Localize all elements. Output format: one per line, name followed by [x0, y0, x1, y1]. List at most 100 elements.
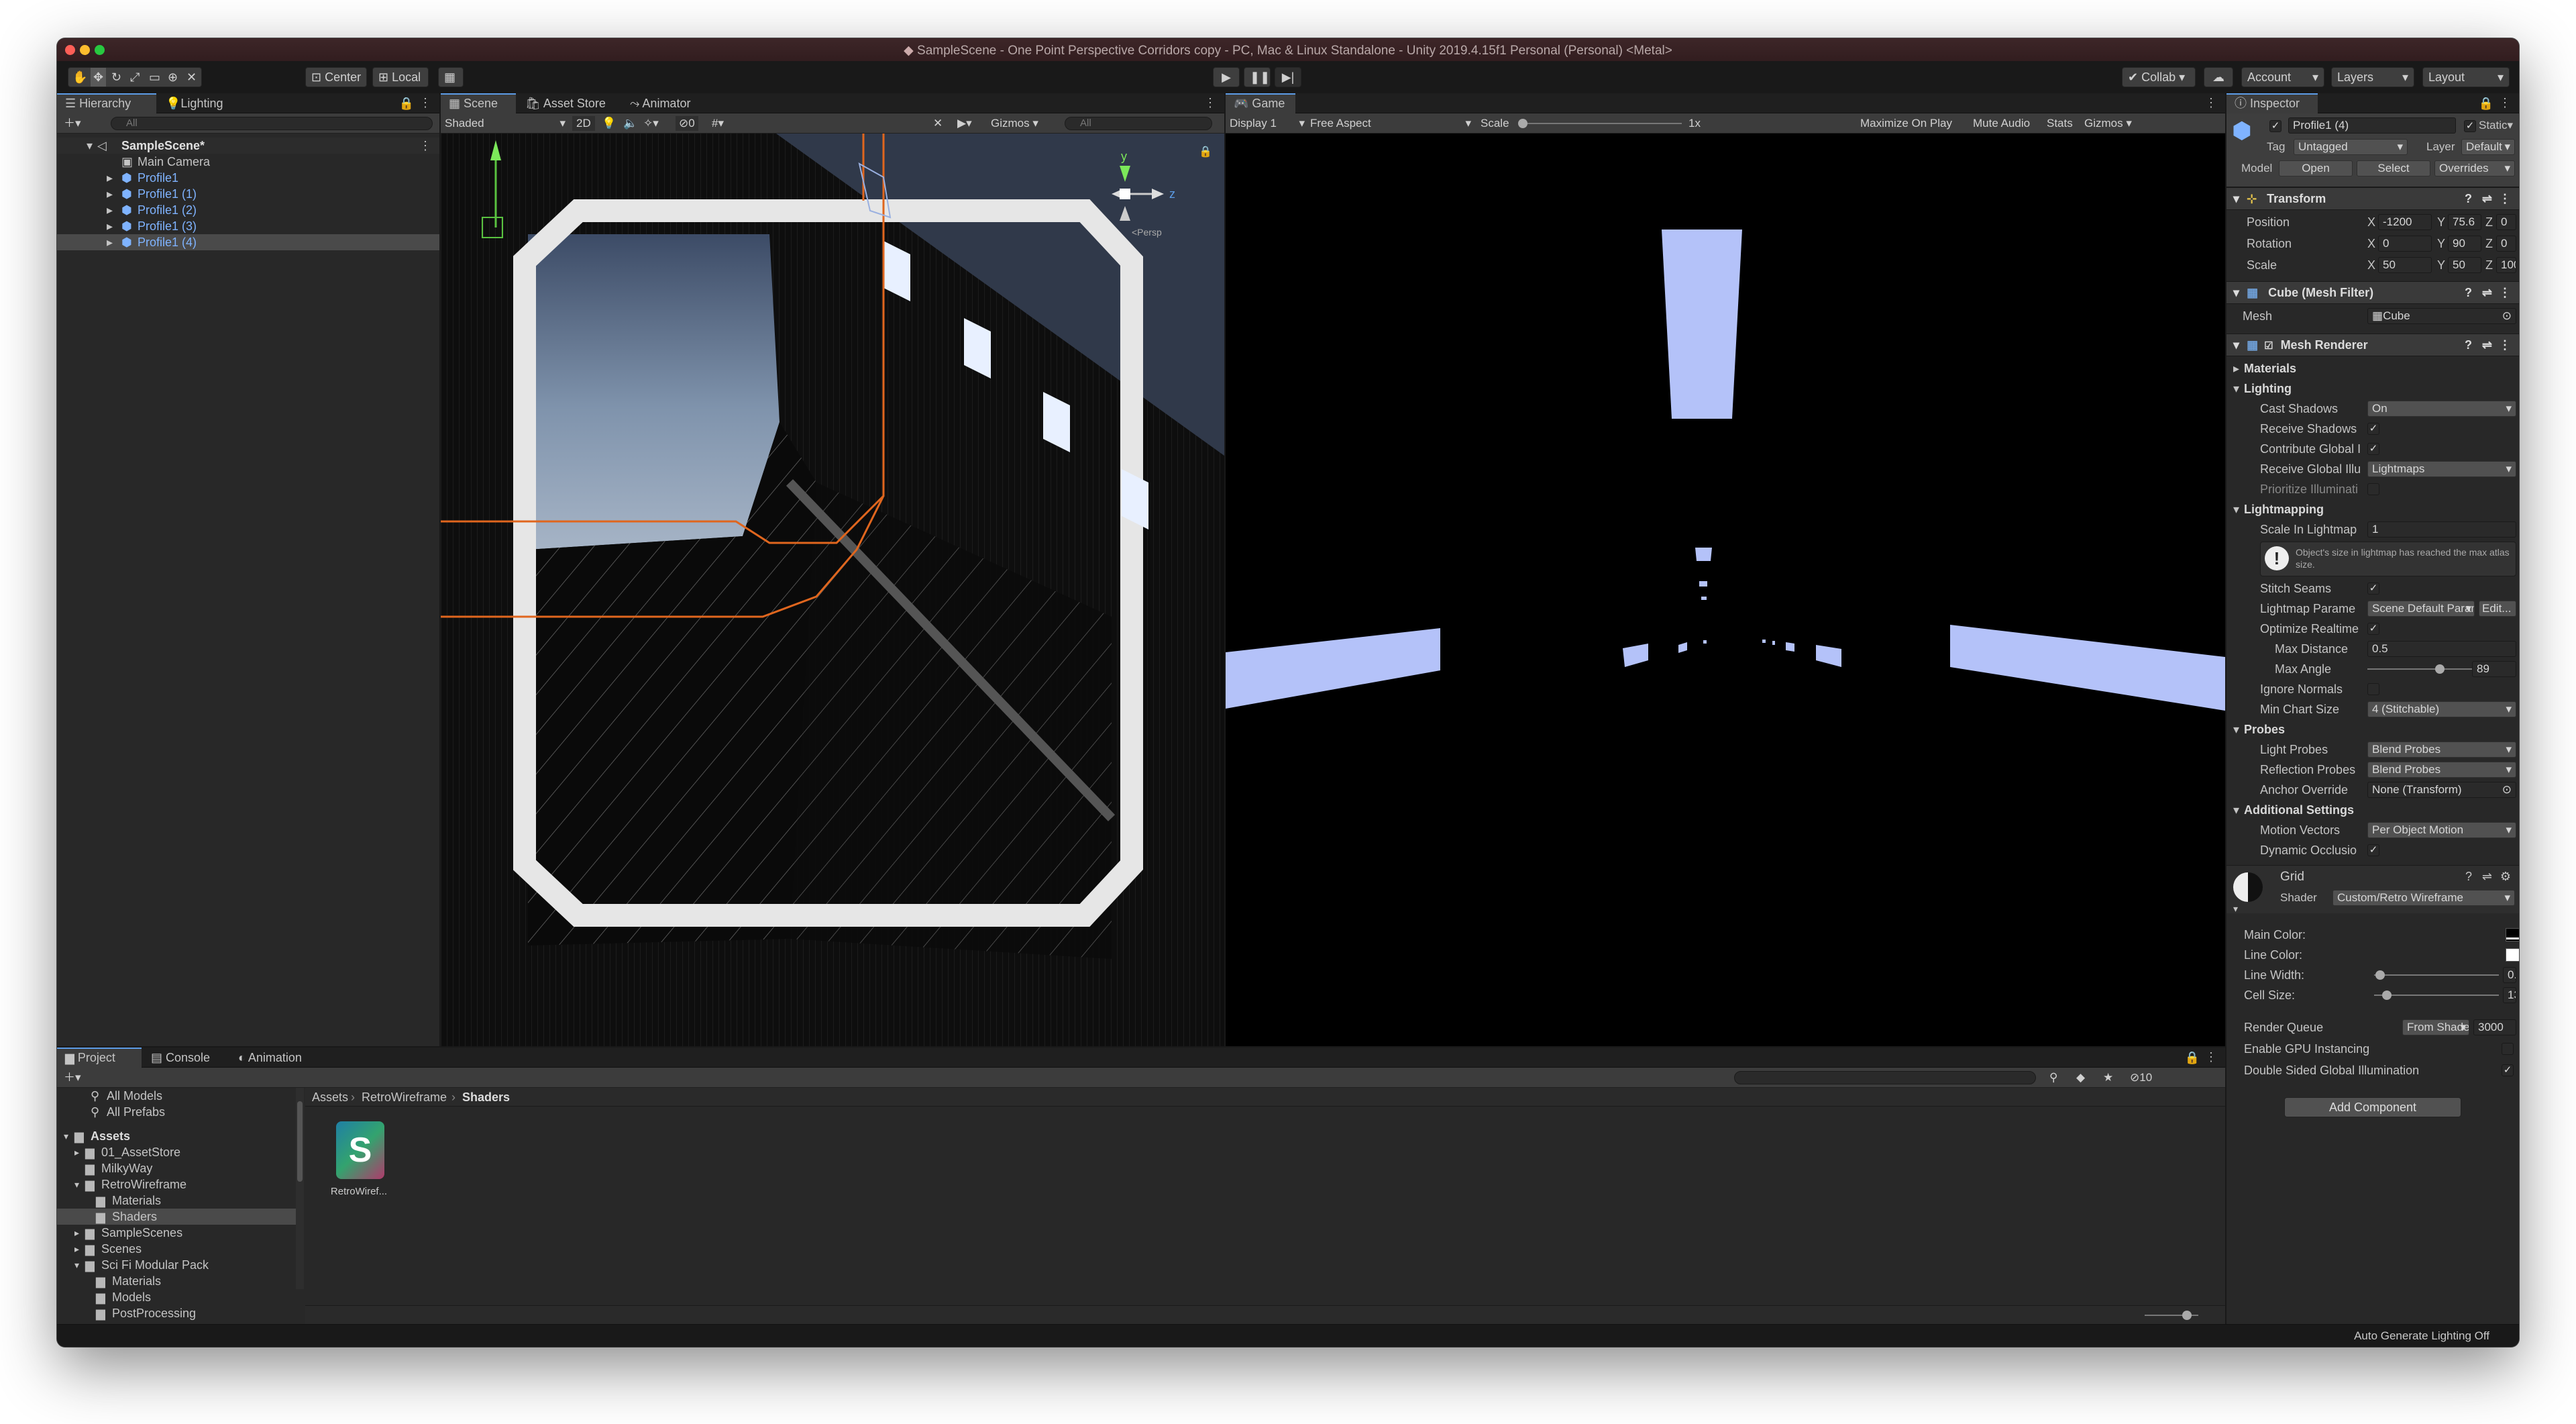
collab-dropdown[interactable]: ✔ Collab ▾	[2122, 67, 2196, 87]
axis-gizmo-center[interactable]	[1120, 189, 1130, 199]
auto-lighting-status[interactable]: Auto Generate Lighting Off	[2354, 1329, 2489, 1343]
project-folder-row[interactable]: ▆ Shaders	[57, 1209, 296, 1225]
help-icon[interactable]: ?	[2465, 282, 2472, 303]
gear-icon[interactable]: ⚙	[2500, 870, 2511, 884]
shading-mode-dropdown[interactable]: Shaded ▾	[445, 116, 566, 131]
max-angle-slider-thumb[interactable]	[2434, 664, 2445, 674]
line-color-swatch[interactable]	[2506, 948, 2519, 962]
position-y-field[interactable]: 75.6	[2448, 214, 2481, 230]
mesh-object-field[interactable]: ▦Cube ⊙	[2367, 308, 2516, 324]
lighting-foldout[interactable]: ▾ Lighting	[2226, 379, 2519, 398]
optimize-realtime-checkbox[interactable]: ✓	[2367, 623, 2379, 635]
aspect-dropdown[interactable]: Free Aspect ▾	[1310, 116, 1471, 131]
grid-snap-button[interactable]: ▦	[438, 67, 464, 87]
presets-icon[interactable]: ⇌	[2482, 188, 2492, 209]
tab-asset-store[interactable]: 🛍 Asset Store	[517, 93, 614, 113]
camera-dropdown[interactable]: ▶▾	[957, 116, 972, 131]
line-width-field[interactable]: 0.05	[2503, 967, 2516, 983]
folder-arrow-icon[interactable]: ▸	[74, 1225, 79, 1241]
static-checkbox[interactable]: ✓	[2464, 120, 2476, 132]
hidden-objects-toggle[interactable]: ⊘0	[676, 116, 698, 131]
pivot-local-toggle[interactable]: ⊞ Local	[372, 67, 429, 87]
pivot-center-toggle[interactable]: ⊡ Center	[305, 67, 367, 87]
cell-size-slider-thumb[interactable]	[2381, 990, 2392, 1000]
lightmapping-foldout[interactable]: ▾ Lightmapping	[2226, 500, 2519, 519]
line-width-slider-thumb[interactable]	[2375, 970, 2385, 980]
tab-project[interactable]: ▆ Project	[57, 1048, 142, 1068]
account-dropdown[interactable]: Account ▾	[2241, 67, 2324, 87]
tools-icon[interactable]: ✕	[933, 116, 943, 131]
lock-icon[interactable]: 🔒	[2479, 97, 2493, 111]
custom-tool-icon[interactable]: ✕	[186, 68, 197, 87]
tab-console[interactable]: ▤ Console	[143, 1048, 218, 1068]
folder-arrow-icon[interactable]: ▾	[74, 1176, 79, 1192]
tab-lighting[interactable]: 💡Lighting	[158, 93, 231, 113]
min-chart-dropdown[interactable]: 4 (Stitchable) ▾	[2367, 701, 2516, 717]
dynamic-occlusion-checkbox[interactable]: ✓	[2367, 844, 2379, 856]
component-menu-icon[interactable]: ⋮	[2499, 282, 2511, 303]
transform-header[interactable]: ▾ ⊹ Transform ? ⇌ ⋮	[2226, 187, 2519, 210]
scale-slider-track[interactable]	[1521, 123, 1682, 124]
renderer-enabled-checkbox[interactable]: ☑	[2264, 340, 2273, 352]
presets-icon[interactable]: ⇌	[2482, 870, 2492, 884]
help-icon[interactable]: ?	[2465, 188, 2472, 209]
lightmap-params-edit-button[interactable]: Edit...	[2479, 601, 2516, 617]
active-checkbox[interactable]: ✓	[2269, 120, 2282, 132]
cloud-button[interactable]: ☁	[2204, 67, 2233, 87]
scale-lightmap-field[interactable]: 1	[2367, 521, 2516, 538]
cell-size-field[interactable]: 13.6	[2503, 987, 2516, 1003]
project-folder-row[interactable]: ▸ ▆ SampleScenes	[57, 1225, 296, 1241]
favorite-all-prefabs[interactable]: ⚲ All Prefabs	[57, 1104, 296, 1120]
move-tool-icon[interactable]: ✥	[91, 68, 107, 87]
folder-arrow-icon[interactable]: ▾	[74, 1257, 79, 1273]
object-picker-icon[interactable]: ⊙	[2502, 782, 2512, 797]
tag-dropdown[interactable]: Untagged ▾	[2294, 139, 2408, 155]
effects-dropdown-icon[interactable]: ✧▾	[643, 116, 659, 131]
maximize-on-play-toggle[interactable]: Maximize On Play	[1860, 116, 1952, 131]
object-picker-icon[interactable]: ⊙	[2502, 309, 2512, 323]
step-button[interactable]: ▶|	[1275, 67, 1301, 87]
scale-slider-thumb[interactable]	[1518, 119, 1527, 128]
scene-menu-icon[interactable]: ⋮	[419, 138, 431, 154]
max-distance-field[interactable]: 0.5	[2367, 641, 2516, 657]
lighting-toggle-icon[interactable]: 💡	[602, 116, 616, 131]
folder-arrow-icon[interactable]: ▸	[74, 1241, 79, 1257]
presets-icon[interactable]: ⇌	[2482, 334, 2492, 356]
project-folder-row[interactable]: ▆ Models	[57, 1289, 296, 1305]
rotate-tool-icon[interactable]: ↻	[111, 68, 121, 87]
gpu-instancing-checkbox[interactable]	[2502, 1043, 2514, 1055]
contribute-gi-checkbox[interactable]: ✓	[2367, 443, 2379, 455]
select-button[interactable]: Select	[2357, 160, 2430, 176]
motion-vectors-dropdown[interactable]: Per Object Motion ▾	[2367, 822, 2516, 838]
project-folder-row[interactable]: ▸ ▆ 01_AssetStore	[57, 1144, 296, 1160]
render-queue-dropdown[interactable]: From Shader ▾	[2402, 1019, 2469, 1035]
mesh-filter-header[interactable]: ▾ ▦ Cube (Mesh Filter) ? ⇌ ⋮	[2226, 281, 2519, 304]
ignore-normals-checkbox[interactable]	[2367, 683, 2379, 695]
2d-toggle[interactable]: 2D	[572, 116, 595, 131]
double-sided-gi-checkbox[interactable]: ✓	[2502, 1064, 2514, 1076]
project-folder-row[interactable]: ▾ ▆ Assets	[57, 1128, 296, 1144]
project-folder-row[interactable]: ▆ Materials	[57, 1192, 296, 1209]
reflection-probes-dropdown[interactable]: Blend Probes ▾	[2367, 762, 2516, 778]
help-icon[interactable]: ?	[2465, 870, 2472, 884]
layers-dropdown[interactable]: Layers ▾	[2331, 67, 2414, 87]
hierarchy-item-profile1-3[interactable]: ▸ ⬢ Profile1 (3)	[57, 218, 439, 234]
add-component-button[interactable]: Add Component	[2284, 1097, 2461, 1117]
prioritize-checkbox[interactable]	[2367, 483, 2379, 495]
line-width-slider[interactable]	[2374, 974, 2499, 976]
project-folder-row[interactable]: ▾ ▆ RetroWireframe	[57, 1176, 296, 1192]
main-color-swatch[interactable]	[2506, 928, 2519, 942]
scale-tool-icon[interactable]: ⤢	[130, 68, 140, 87]
kebab-menu-icon[interactable]: ⋮	[2499, 96, 2511, 110]
grid-visibility-dropdown[interactable]: #▾	[712, 116, 724, 131]
mute-audio-toggle[interactable]: Mute Audio	[1973, 116, 2030, 131]
scale-y-field[interactable]: 50	[2448, 257, 2481, 273]
project-folder-row[interactable]: ▾ ▆ Sci Fi Modular Pack	[57, 1257, 296, 1273]
tab-scene[interactable]: ▦ Scene	[441, 93, 516, 113]
gizmos-dropdown[interactable]: Gizmos ▾	[991, 116, 1038, 131]
create-dropdown[interactable]: ＋▾	[64, 116, 81, 131]
tab-inspector[interactable]: ⓘ Inspector	[2226, 93, 2318, 113]
tab-game[interactable]: 🎮 Game	[1226, 93, 1295, 113]
play-button[interactable]: ▶	[1213, 67, 1240, 87]
probes-foldout[interactable]: ▾ Probes	[2226, 720, 2519, 739]
